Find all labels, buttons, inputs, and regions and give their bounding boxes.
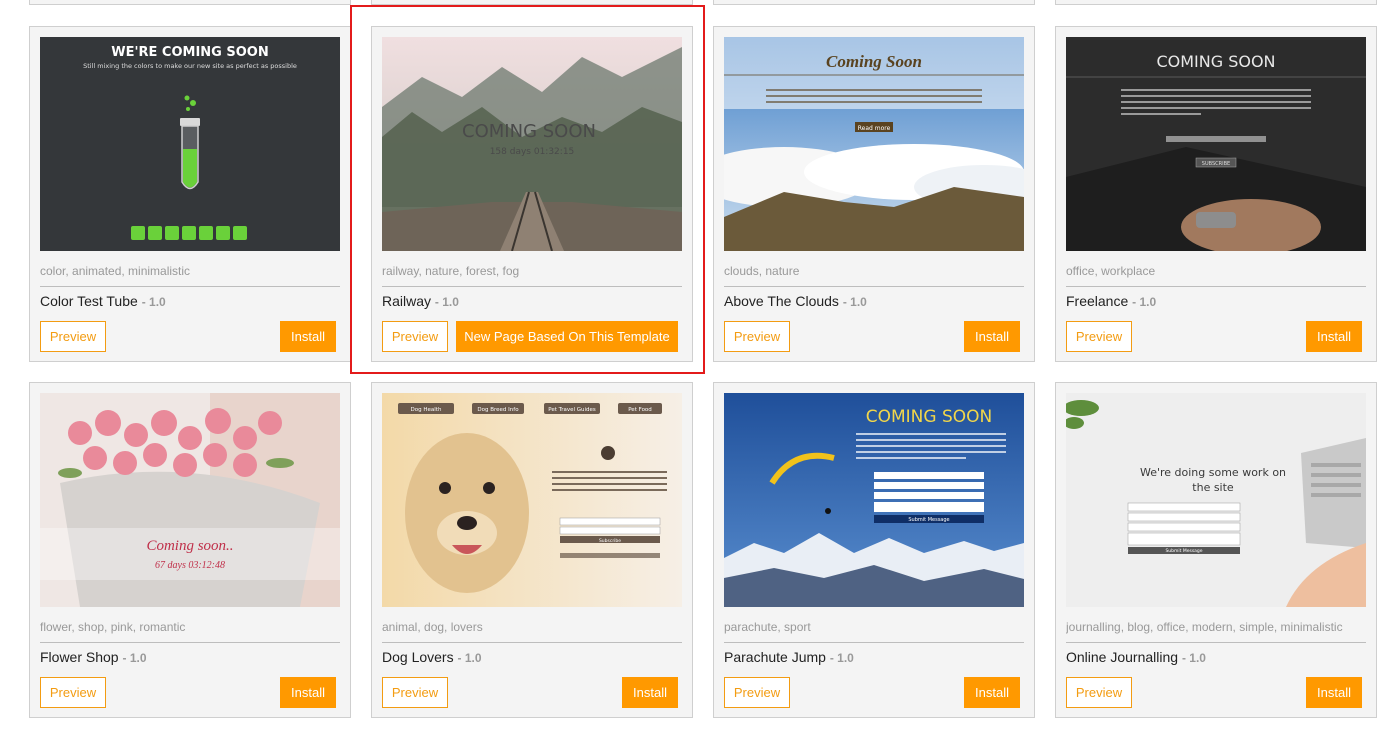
install-button[interactable]: Install	[280, 321, 336, 352]
template-title: Online Journalling - 1.0	[1066, 649, 1206, 665]
install-button[interactable]: Install	[280, 677, 336, 708]
template-card-color-test-tube: WE'RE COMING SOON Still mixing the color…	[29, 26, 351, 362]
template-name: Flower Shop	[40, 649, 119, 665]
template-card-dog-lovers: Dog Health Dog Breed Info Pet Travel Gui…	[371, 382, 693, 718]
template-title: Railway - 1.0	[382, 293, 459, 309]
template-tags: animal, dog, lovers	[382, 620, 483, 634]
template-name: Freelance	[1066, 293, 1129, 309]
thumb-heading: Coming soon..	[146, 538, 233, 554]
template-name: Above The Clouds	[724, 293, 839, 309]
template-version: - 1.0	[829, 651, 854, 665]
install-button[interactable]: Install	[964, 321, 1020, 352]
template-version: - 1.0	[457, 651, 482, 665]
divider	[40, 642, 340, 643]
thumb-heading: COMING SOON	[866, 407, 993, 427]
thumb-heading: COMING SOON	[462, 121, 596, 142]
preview-button[interactable]: Preview	[1066, 677, 1132, 708]
template-version: - 1.0	[842, 295, 867, 309]
template-name: Online Journalling	[1066, 649, 1179, 665]
template-thumbnail[interactable]: Coming soon.. 67 days 03:12:48	[40, 393, 340, 607]
svg-text:Dog Breed Info: Dog Breed Info	[477, 407, 519, 413]
template-name: Parachute Jump	[724, 649, 826, 665]
template-thumbnail[interactable]: WE'RE COMING SOON Still mixing the color…	[40, 37, 340, 251]
template-thumbnail[interactable]: Dog Health Dog Breed Info Pet Travel Gui…	[382, 393, 682, 607]
divider	[382, 642, 682, 643]
template-version: - 1.0	[122, 651, 147, 665]
template-title: Flower Shop - 1.0	[40, 649, 147, 665]
template-card-flower-shop: Coming soon.. 67 days 03:12:48 flower, s…	[29, 382, 351, 718]
install-button[interactable]: Install	[622, 677, 678, 708]
template-tags: clouds, nature	[724, 264, 800, 278]
install-button[interactable]: Install	[964, 677, 1020, 708]
social-icons	[131, 226, 247, 240]
template-version: - 1.0	[434, 295, 459, 309]
template-thumbnail[interactable]: COMING SOON SUBSCRIBE	[1066, 37, 1366, 251]
template-thumbnail[interactable]: Coming Soon Read more	[724, 37, 1024, 251]
divider	[1066, 642, 1366, 643]
template-tags: journalling, blog, office, modern, simpl…	[1066, 620, 1343, 634]
thumb-countdown: 67 days 03:12:48	[155, 560, 225, 571]
template-title: Above The Clouds - 1.0	[724, 293, 867, 309]
thumb-button: Subscribe	[599, 538, 621, 544]
svg-text:Dog Health: Dog Health	[411, 407, 442, 413]
thumb-heading: WE'RE COMING SOON	[111, 45, 268, 60]
preview-button[interactable]: Preview	[1066, 321, 1132, 352]
template-version: - 1.0	[141, 295, 166, 309]
template-tags: office, workplace	[1066, 264, 1156, 278]
preview-button[interactable]: Preview	[724, 321, 790, 352]
template-card-freelance: COMING SOON SUBSCRIBE office, workplace …	[1055, 26, 1377, 362]
new-page-from-template-button[interactable]: New Page Based On This Template	[456, 321, 678, 352]
divider	[1066, 286, 1366, 287]
card-stub	[29, 0, 351, 5]
card-stub	[1055, 0, 1377, 5]
template-title: Freelance - 1.0	[1066, 293, 1156, 309]
preview-button[interactable]: Preview	[40, 677, 106, 708]
template-tags: parachute, sport	[724, 620, 811, 634]
template-tags: flower, shop, pink, romantic	[40, 620, 186, 634]
preview-button[interactable]: Preview	[382, 321, 448, 352]
template-card-above-the-clouds: Coming Soon Read more clouds, nature Abo…	[713, 26, 1035, 362]
template-tags: color, animated, minimalistic	[40, 264, 191, 278]
template-tags: railway, nature, forest, fog	[382, 264, 520, 278]
thumb-heading: COMING SOON	[1156, 52, 1275, 71]
divider	[382, 286, 682, 287]
template-thumbnail[interactable]: We're doing some work on the site Submit…	[1066, 393, 1366, 607]
template-card-parachute-jump: COMING SOON Submit Message parachute, sp…	[713, 382, 1035, 718]
template-card-railway: COMING SOON 158 days 01:32:15 railway, n…	[371, 26, 693, 362]
template-name: Color Test Tube	[40, 293, 138, 309]
template-name: Dog Lovers	[382, 649, 454, 665]
template-version: - 1.0	[1181, 651, 1206, 665]
svg-text:Pet Travel Guides: Pet Travel Guides	[548, 407, 596, 413]
thumb-heading-line1: We're doing some work on	[1140, 466, 1286, 479]
thumb-button: Submit Message	[1165, 548, 1202, 554]
divider	[724, 286, 1024, 287]
install-button[interactable]: Install	[1306, 677, 1362, 708]
preview-button[interactable]: Preview	[382, 677, 448, 708]
preview-button[interactable]: Preview	[40, 321, 106, 352]
svg-text:Pet Food: Pet Food	[628, 407, 652, 413]
thumb-button: SUBSCRIBE	[1202, 161, 1230, 167]
thumb-button: Submit Message	[908, 517, 949, 523]
install-button[interactable]: Install	[1306, 321, 1362, 352]
template-title: Dog Lovers - 1.0	[382, 649, 482, 665]
divider	[724, 642, 1024, 643]
card-stub	[713, 0, 1035, 5]
template-name: Railway	[382, 293, 432, 309]
thumb-subtitle: Still mixing the colors to make our new …	[83, 62, 297, 70]
card-stub	[371, 0, 693, 5]
template-version: - 1.0	[1132, 295, 1157, 309]
preview-button[interactable]: Preview	[724, 677, 790, 708]
template-card-online-journalling: We're doing some work on the site Submit…	[1055, 382, 1377, 718]
template-title: Parachute Jump - 1.0	[724, 649, 854, 665]
template-title: Color Test Tube - 1.0	[40, 293, 166, 309]
divider	[40, 286, 340, 287]
thumb-countdown: 158 days 01:32:15	[490, 147, 575, 157]
template-thumbnail[interactable]: COMING SOON Submit Message	[724, 393, 1024, 607]
thumb-heading-line2: the site	[1192, 481, 1234, 494]
template-thumbnail[interactable]: COMING SOON 158 days 01:32:15	[382, 37, 682, 251]
thumb-heading: Coming Soon	[826, 52, 922, 71]
thumb-button: Read more	[858, 125, 891, 132]
